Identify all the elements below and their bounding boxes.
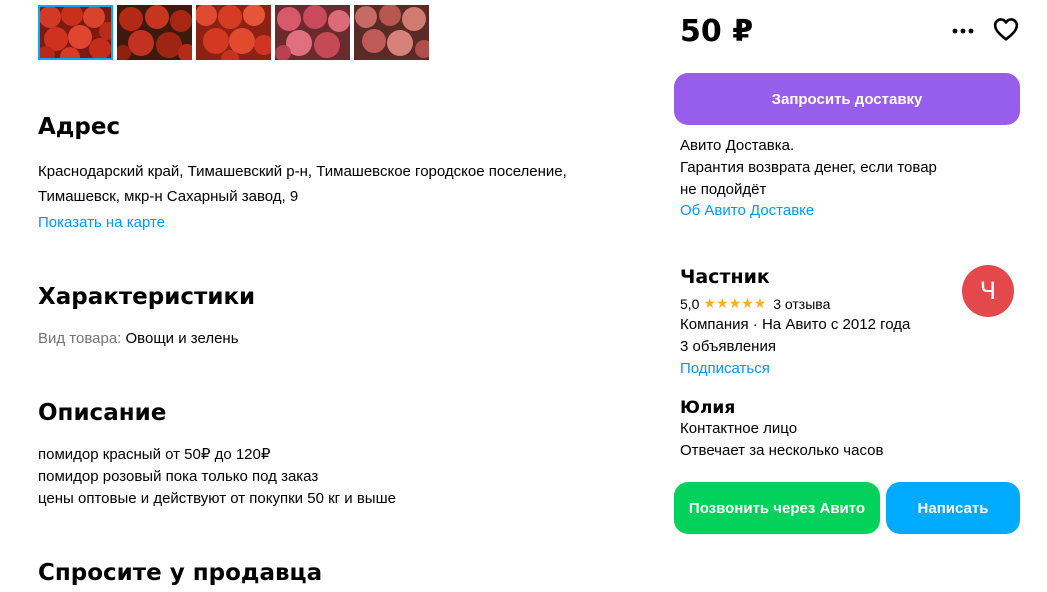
heart-icon — [993, 17, 1019, 46]
request-delivery-button[interactable]: Запросить доставку — [674, 73, 1020, 125]
thumbnail-3[interactable] — [196, 5, 271, 60]
delivery-info-line-1: Авито Доставка. — [680, 137, 795, 154]
ask-seller-title: Спросите у продавца — [38, 560, 323, 586]
more-dots-icon — [952, 21, 974, 39]
contact-role: Контактное лицо — [680, 420, 798, 437]
response-time: Отвечает за несколько часов — [680, 442, 884, 459]
seller-name[interactable]: Частник — [680, 266, 770, 288]
rating-value: 5,0 — [680, 295, 700, 312]
call-via-avito-button[interactable]: Позвонить через Авито — [674, 482, 880, 534]
thumbnail-1[interactable] — [38, 5, 113, 60]
delivery-info-line-3: не подойдёт — [680, 181, 767, 198]
address-line-1: Краснодарский край, Тимашевский р-н, Тим… — [38, 163, 567, 180]
more-options-button[interactable] — [949, 16, 977, 44]
description-title: Описание — [38, 400, 167, 426]
favorite-button[interactable] — [991, 16, 1021, 46]
description-line-3: цены оптовые и действуют от покупки 50 к… — [38, 490, 396, 507]
address-title: Адрес — [38, 114, 121, 140]
characteristic-row: Вид товара: Овощи и зелень — [38, 326, 239, 351]
show-on-map-link[interactable]: Показать на карте — [38, 214, 165, 231]
thumbnail-2[interactable] — [117, 5, 192, 60]
thumbnail-4[interactable] — [275, 5, 350, 60]
characteristic-label: Вид товара: — [38, 330, 122, 347]
characteristic-value: Овощи и зелень — [125, 330, 239, 347]
seller-ads-count[interactable]: 3 объявления — [680, 338, 776, 355]
subscribe-link[interactable]: Подписаться — [680, 360, 770, 377]
reviews-link[interactable]: 3 отзыва — [773, 296, 830, 312]
price: 50 ₽ — [680, 14, 754, 49]
characteristics-title: Характеристики — [38, 284, 256, 310]
write-message-button[interactable]: Написать — [886, 482, 1020, 534]
seller-company-info: Компания · На Авито с 2012 года — [680, 316, 911, 333]
star-icons: ★★★★★ — [703, 295, 767, 311]
photo-thumbnails — [38, 5, 429, 60]
avatar[interactable]: Ч — [962, 265, 1014, 317]
seller-rating: 5,0 ★★★★★ 3 отзыва — [680, 295, 830, 312]
delivery-info-line-2: Гарантия возврата денег, если товар — [680, 159, 937, 176]
thumbnail-5[interactable] — [354, 5, 429, 60]
address-line-2: Тимашевск, мкр-н Сахарный завод, 9 — [38, 188, 299, 205]
about-delivery-link[interactable]: Об Авито Доставке — [680, 202, 814, 219]
contact-name: Юлия — [680, 398, 736, 418]
